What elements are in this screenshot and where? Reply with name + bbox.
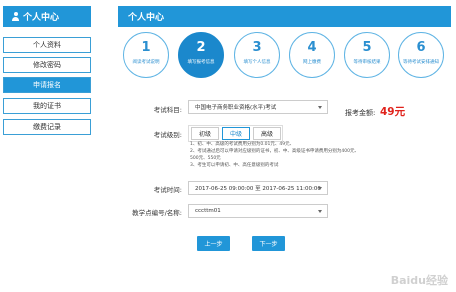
- fee-label: 报考金额:: [345, 109, 376, 117]
- level-intermediate-button[interactable]: 中级: [222, 127, 250, 140]
- center-select[interactable]: cccttm01: [188, 204, 328, 218]
- note-line: 3、考生可以申请初、中、高任意级别的考试: [190, 163, 279, 168]
- subject-select[interactable]: 中国电子商务职业资格(水平)考试: [188, 100, 328, 114]
- note-line: 500元、550元: [190, 156, 221, 161]
- step-label: 阅读考试说明: [132, 60, 160, 65]
- level-label: 考试级别:: [153, 131, 182, 139]
- chevron-down-icon: [318, 210, 322, 213]
- center-value: cccttm01: [195, 208, 221, 214]
- level-senior-button[interactable]: 高级: [253, 127, 281, 140]
- step-label: 填写报考信息: [187, 60, 215, 65]
- page-title-text: 个人中心: [128, 13, 165, 23]
- step-label: 网上缴费: [303, 60, 321, 65]
- step-number: 6: [416, 40, 426, 55]
- step-5: 5 等待审核结果: [344, 32, 390, 78]
- step-number: 2: [196, 40, 206, 55]
- time-select[interactable]: 2017-06-25 09:00:00 至 2017-06-25 11:00:0…: [188, 181, 328, 195]
- step-label: 填写个人信息: [243, 60, 271, 65]
- sidebar-item-change-password[interactable]: 修改密码: [3, 57, 91, 73]
- subject-label: 考试科目:: [153, 106, 182, 114]
- sidebar-header: 个人中心: [3, 6, 91, 27]
- level-notes: 1、初、中、高级的考试费用分别为0.01元、49元、 2、考试通过后可以申请对应…: [190, 141, 415, 169]
- level-junior-button[interactable]: 初级: [191, 127, 219, 140]
- center-label: 教学点编号/名称:: [132, 209, 182, 217]
- step-number: 3: [252, 40, 262, 55]
- note-line: 1、初、中、高级的考试费用分别为0.01元、49元、: [190, 142, 295, 147]
- page-title: 个人中心: [118, 6, 451, 27]
- chevron-down-icon: [318, 187, 322, 190]
- step-3: 3 填写个人信息: [234, 32, 280, 78]
- step-number: 1: [141, 40, 151, 55]
- next-button[interactable]: 下一步: [252, 236, 285, 251]
- step-number: 4: [307, 40, 317, 55]
- step-4: 4 网上缴费: [289, 32, 335, 78]
- sidebar-title: 个人中心: [23, 13, 60, 23]
- chevron-down-icon: [318, 106, 322, 109]
- time-value: 2017-06-25 09:00:00 至 2017-06-25 11:00:0…: [195, 186, 321, 192]
- note-line: 2、考试通过后可以申请对应级别的证书，初、中、高级证书申请费用分别为400元、: [190, 149, 359, 154]
- step-2: 2 填写报考信息: [178, 32, 224, 78]
- step-label: 等待审核结果: [353, 60, 381, 65]
- step-1: 1 阅读考试说明: [123, 32, 169, 78]
- prev-button[interactable]: 上一步: [197, 236, 230, 251]
- sidebar-item-profile[interactable]: 个人资料: [3, 37, 91, 53]
- fee-value: 49元: [380, 106, 406, 118]
- watermark: Baidu经验: [390, 274, 448, 287]
- subject-value: 中国电子商务职业资格(水平)考试: [195, 105, 277, 111]
- step-6: 6 等待考试安排通知: [398, 32, 444, 78]
- sidebar-item-certificates[interactable]: 我的证书: [3, 98, 91, 114]
- sidebar-item-payment-records[interactable]: 缴费记录: [3, 119, 91, 135]
- step-label: 等待考试安排通知: [403, 60, 439, 65]
- step-number: 5: [362, 40, 372, 55]
- sidebar-item-apply[interactable]: 申请报名: [3, 77, 91, 93]
- user-icon: [11, 12, 20, 21]
- time-label: 考试时间:: [153, 186, 182, 194]
